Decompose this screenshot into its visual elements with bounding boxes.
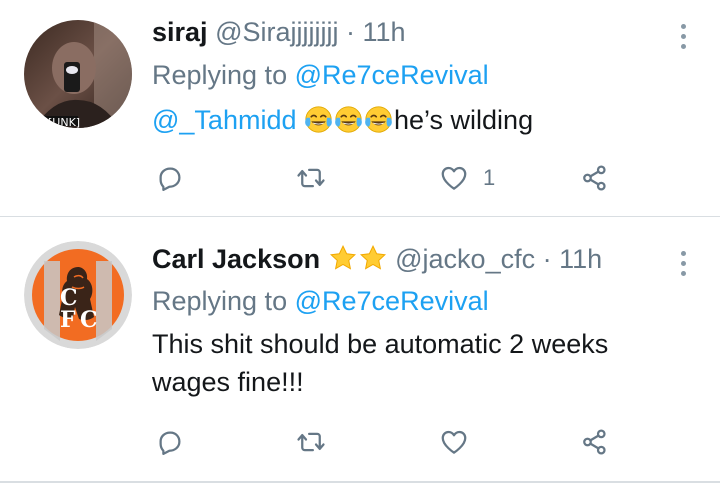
avatar-carl-jackson[interactable]: C F C bbox=[24, 241, 132, 349]
face-with-tears-of-joy-icon bbox=[335, 106, 362, 133]
share-button[interactable] bbox=[580, 158, 610, 198]
retweet-icon bbox=[297, 432, 325, 452]
avatar-siraj[interactable]: [UNK] bbox=[24, 20, 132, 128]
like-icon bbox=[441, 166, 467, 190]
like-count: 1 bbox=[483, 165, 496, 190]
author-name[interactable]: Carl Jackson bbox=[152, 244, 320, 274]
tweet-text: This shit should be automatic 2 weeks wa… bbox=[152, 329, 609, 397]
more-icon[interactable] bbox=[680, 24, 688, 54]
face-with-tears-of-joy-icon bbox=[305, 106, 332, 133]
star-icon bbox=[359, 244, 386, 270]
replying-to-link[interactable]: @Re7ceRevival bbox=[295, 286, 489, 316]
retweet-button[interactable] bbox=[296, 158, 326, 198]
tweet-body-text: he’s wilding bbox=[394, 105, 534, 135]
separator-dot: · bbox=[542, 244, 552, 274]
like-button[interactable]: 1 bbox=[439, 158, 495, 198]
separator-dot: · bbox=[346, 17, 355, 47]
replying-to: Replying to @Re7ceRevival bbox=[152, 59, 489, 91]
reply-icon bbox=[159, 431, 181, 455]
reply-icon bbox=[159, 167, 181, 191]
mention-link[interactable]: @_Tahmidd bbox=[152, 105, 296, 135]
tweet-header: siraj @Sirajjjjjjjj · 11h bbox=[152, 16, 406, 48]
star-icon bbox=[329, 244, 356, 270]
emoji-group bbox=[304, 105, 394, 135]
tweet-header: Carl Jackson @jacko_cfc · 11h bbox=[152, 243, 602, 275]
share-icon bbox=[583, 165, 606, 191]
author-handle[interactable]: @Sirajjjjjjjj bbox=[215, 17, 338, 47]
replying-prefix: Replying to bbox=[152, 60, 288, 90]
author-handle[interactable]: @jacko_cfc bbox=[395, 244, 535, 274]
tweet-actions: 1 bbox=[152, 158, 652, 198]
share-icon bbox=[583, 429, 606, 455]
tweet-actions bbox=[152, 422, 652, 462]
like-icon bbox=[441, 430, 467, 454]
tweet-carl-jackson[interactable]: C F C Carl Jackson @jacko_cfc · 11h Repl… bbox=[0, 217, 720, 483]
author-name[interactable]: siraj bbox=[152, 17, 208, 47]
svg-text:C: C bbox=[80, 307, 98, 333]
reply-button[interactable] bbox=[155, 422, 185, 462]
svg-text:[UNK]: [UNK] bbox=[48, 116, 80, 128]
reply-button[interactable] bbox=[155, 158, 185, 198]
replying-to-link[interactable]: @Re7ceRevival bbox=[295, 60, 489, 90]
face-with-tears-of-joy-icon bbox=[365, 106, 392, 133]
timestamp[interactable]: 11h bbox=[559, 244, 602, 274]
like-button[interactable] bbox=[439, 422, 483, 462]
timestamp[interactable]: 11h bbox=[363, 17, 406, 47]
replying-to: Replying to @Re7ceRevival bbox=[152, 285, 489, 317]
replying-prefix: Replying to bbox=[152, 286, 288, 316]
retweet-icon bbox=[297, 168, 325, 188]
tweet-siraj[interactable]: [UNK] siraj @Sirajjjjjjjj · 11h Replying… bbox=[0, 0, 720, 217]
tweet-text: @_Tahmidd he’s wilding bbox=[152, 101, 692, 139]
retweet-button[interactable] bbox=[296, 422, 326, 462]
svg-text:F: F bbox=[60, 307, 76, 333]
share-button[interactable] bbox=[580, 422, 610, 462]
more-icon[interactable] bbox=[680, 251, 688, 281]
